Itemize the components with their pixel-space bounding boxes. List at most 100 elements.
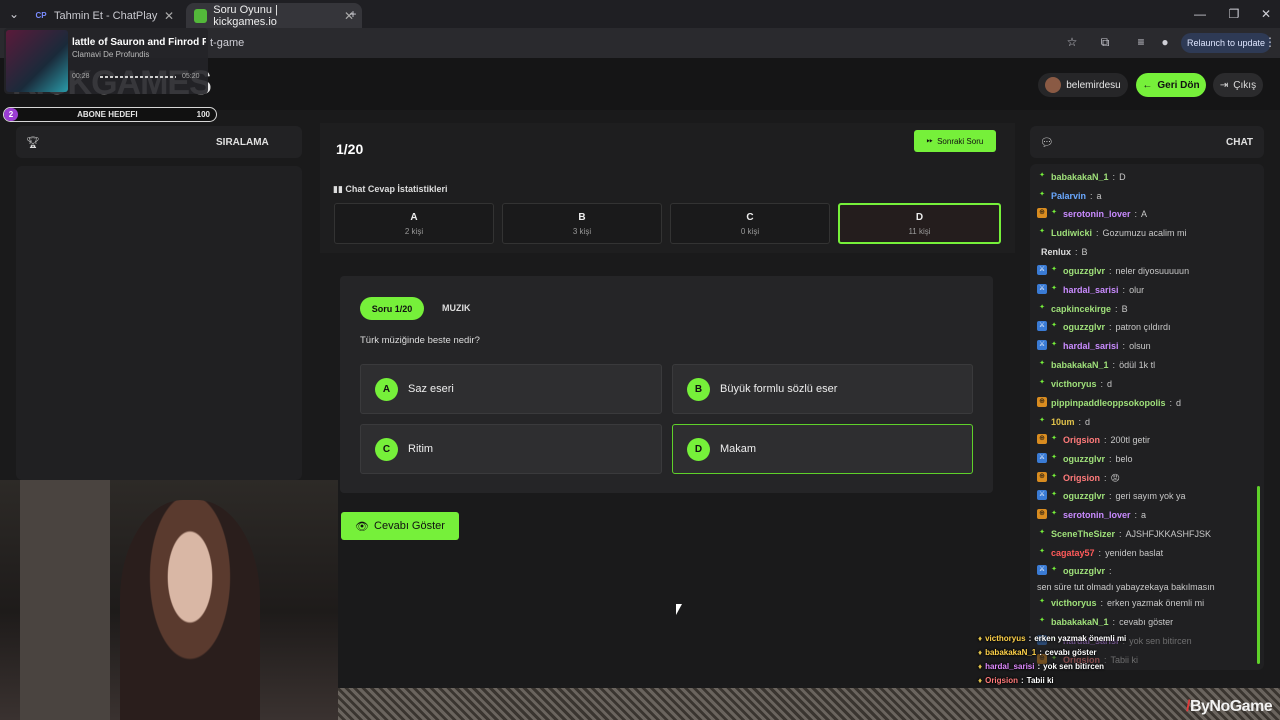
chat-username[interactable]: oguzzglvr (1063, 265, 1105, 277)
subscriber-goal-bar: 2 ABONE HEDEFI 100 (3, 107, 217, 122)
chat-text: d (1107, 379, 1113, 389)
moderator-badge-icon: ⚔ (1037, 340, 1047, 350)
chat-message: ⚔ ✦ oguzzglvr : belo (1037, 453, 1255, 465)
chat-text: B (1081, 247, 1088, 257)
question-pill: Soru 1/20 (360, 297, 424, 320)
verified-badge-icon: ✦ (1051, 209, 1057, 216)
track-current-time: 00:28 (72, 73, 90, 80)
url-field[interactable]: t-game (60, 32, 1090, 54)
chat-username[interactable]: babakakaN_1 (1051, 171, 1109, 183)
tab-kickgames[interactable]: Soru Oyunu | kickgames.io ✕ (186, 3, 362, 28)
option-letter: B (687, 377, 710, 401)
chat-username[interactable]: cagatay57 (1051, 547, 1095, 559)
chat-separator: : (1109, 266, 1112, 276)
chat-separator: : (1104, 473, 1107, 483)
chat-username[interactable]: hardal_sarisi (1063, 340, 1119, 352)
logout-button[interactable]: ⇥ Çıkış (1213, 73, 1263, 97)
overlay-username: victhoryus (985, 634, 1026, 643)
chat-text: ödül 1k tl (1119, 360, 1156, 370)
bookmark-star-icon[interactable]: ☆ (1064, 34, 1080, 50)
window-close-icon[interactable]: ✕ (1258, 6, 1274, 22)
chat-separator: : (1100, 598, 1104, 608)
chat-separator: : (1109, 491, 1112, 501)
chat-username[interactable]: oguzzglvr (1063, 321, 1105, 333)
chat-username[interactable]: SceneTheSizer (1051, 528, 1115, 540)
chat-username[interactable]: capkincekirge (1051, 303, 1111, 315)
chat-separator: : (1104, 435, 1107, 445)
badge-group: ⚔ ✦ (1037, 284, 1059, 294)
restore-icon[interactable]: ❐ (1226, 6, 1242, 22)
tab-search-icon[interactable]: ⌄ (6, 6, 22, 22)
tab-chatplay[interactable]: CP Tahmin Et - ChatPlay ✕ (26, 3, 182, 28)
overlay-text: erken yazmak önemli mi (1034, 634, 1127, 643)
chat-username[interactable]: pippinpaddleoppsokopolis (1051, 397, 1166, 409)
back-button[interactable]: ← Geri Dön (1136, 73, 1206, 97)
media-control-icon[interactable]: ≡ (1133, 34, 1149, 50)
option-a[interactable]: A Saz eseri (360, 364, 662, 414)
chat-message: ⊕ ✦ Origsion : 200tl getir (1037, 434, 1255, 446)
chat-message: ⊕ ✦ serotonin_lover : A (1037, 208, 1255, 220)
badge-icon: ♦ (978, 648, 983, 657)
chat-username[interactable]: serotonin_lover (1063, 509, 1131, 521)
chat-text: sen süre tut olmadı yabayzekaya bakılmas… (1037, 582, 1215, 592)
overlay-separator: : (1039, 648, 1042, 657)
profile-icon[interactable]: ● (1157, 34, 1173, 50)
moderator-badge-icon: ⚔ (1037, 490, 1047, 500)
minimize-icon[interactable]: — (1192, 6, 1208, 22)
verified-badge-icon: ✦ (1051, 473, 1057, 480)
chat-username[interactable]: serotonin_lover (1063, 208, 1131, 220)
overlay-chat-line: ♦ Origsion: Tabii ki (978, 676, 1054, 685)
new-tab-icon[interactable]: + (345, 6, 361, 22)
chat-separator: : (1122, 341, 1126, 351)
chat-username[interactable]: victhoryus (1051, 597, 1097, 609)
chat-username[interactable]: babakakaN_1 (1051, 616, 1109, 628)
logout-label: Çıkış (1233, 79, 1257, 91)
chatplay-favicon-icon: CP (35, 11, 47, 20)
user-menu[interactable]: belemirdesu (1038, 73, 1128, 97)
next-question-button[interactable]: ⏩︎ Sonraki Soru (914, 130, 996, 152)
chat-username[interactable]: oguzzglvr (1063, 490, 1105, 502)
badge-group: ⚔ ✦ (1037, 565, 1059, 575)
menu-icon[interactable]: ⋮ (1262, 34, 1278, 50)
verified-badge-icon: ✦ (1039, 360, 1045, 367)
extensions-icon[interactable]: ⧉ (1097, 34, 1113, 50)
stat-card-b: B 3 kişi (502, 203, 662, 244)
chat-separator: : (1122, 285, 1126, 295)
verified-badge-icon: ✦ (1051, 491, 1057, 498)
relaunch-button[interactable]: Relaunch to update (1181, 33, 1271, 53)
option-d[interactable]: D Makam (672, 424, 973, 474)
chat-username[interactable]: oguzzglvr (1063, 453, 1105, 465)
chat-message: ✦ victhoryus : d (1037, 378, 1255, 390)
chat-username[interactable]: Ludiwicki (1051, 227, 1092, 239)
badge-group: ⊕ ✦ (1037, 434, 1059, 444)
chat-username[interactable]: 10um (1051, 416, 1075, 428)
chat-separator: : (1109, 566, 1112, 576)
verified-badge-icon: ✦ (1051, 322, 1057, 329)
stat-letter: D (915, 211, 924, 223)
close-icon[interactable]: ✕ (164, 9, 174, 23)
overlay-chat-line: ♦ victhoryus: erken yazmak önemli mi (978, 634, 1126, 643)
watermark-text-b: Game (1229, 698, 1273, 715)
chat-text: a (1096, 191, 1102, 201)
chat-username[interactable]: Origsion (1063, 472, 1100, 484)
moderator-badge-icon: ⚔ (1037, 265, 1047, 275)
chat-username[interactable]: victhoryus (1051, 378, 1097, 390)
leaderboard-list (16, 166, 302, 480)
chat-username[interactable]: Origsion (1063, 434, 1100, 446)
tab-label: Tahmin Et - ChatPlay (54, 9, 158, 22)
show-answer-button[interactable]: 👁︎ Cevabı Göster (341, 512, 459, 540)
chat-username[interactable]: Palarvin (1051, 190, 1086, 202)
chat-username[interactable]: hardal_sarisi (1063, 284, 1119, 296)
chat-username[interactable]: babakakaN_1 (1051, 359, 1109, 371)
option-b[interactable]: B Büyük formlu sözlü eser (672, 364, 973, 414)
chat-username[interactable]: oguzzglvr (1063, 565, 1105, 577)
back-label: Geri Dön (1157, 79, 1200, 91)
chat-username[interactable]: Renlux (1041, 246, 1071, 258)
chat-scrollbar[interactable] (1257, 486, 1260, 664)
leaderboard-title: SIRALAMA (216, 137, 269, 148)
chat-text: olsun (1129, 341, 1151, 351)
chat-text: B (1121, 304, 1128, 314)
background-texture (338, 688, 1280, 720)
option-c[interactable]: C Ritim (360, 424, 662, 474)
overlay-text: yok sen bitircen (1043, 662, 1105, 671)
